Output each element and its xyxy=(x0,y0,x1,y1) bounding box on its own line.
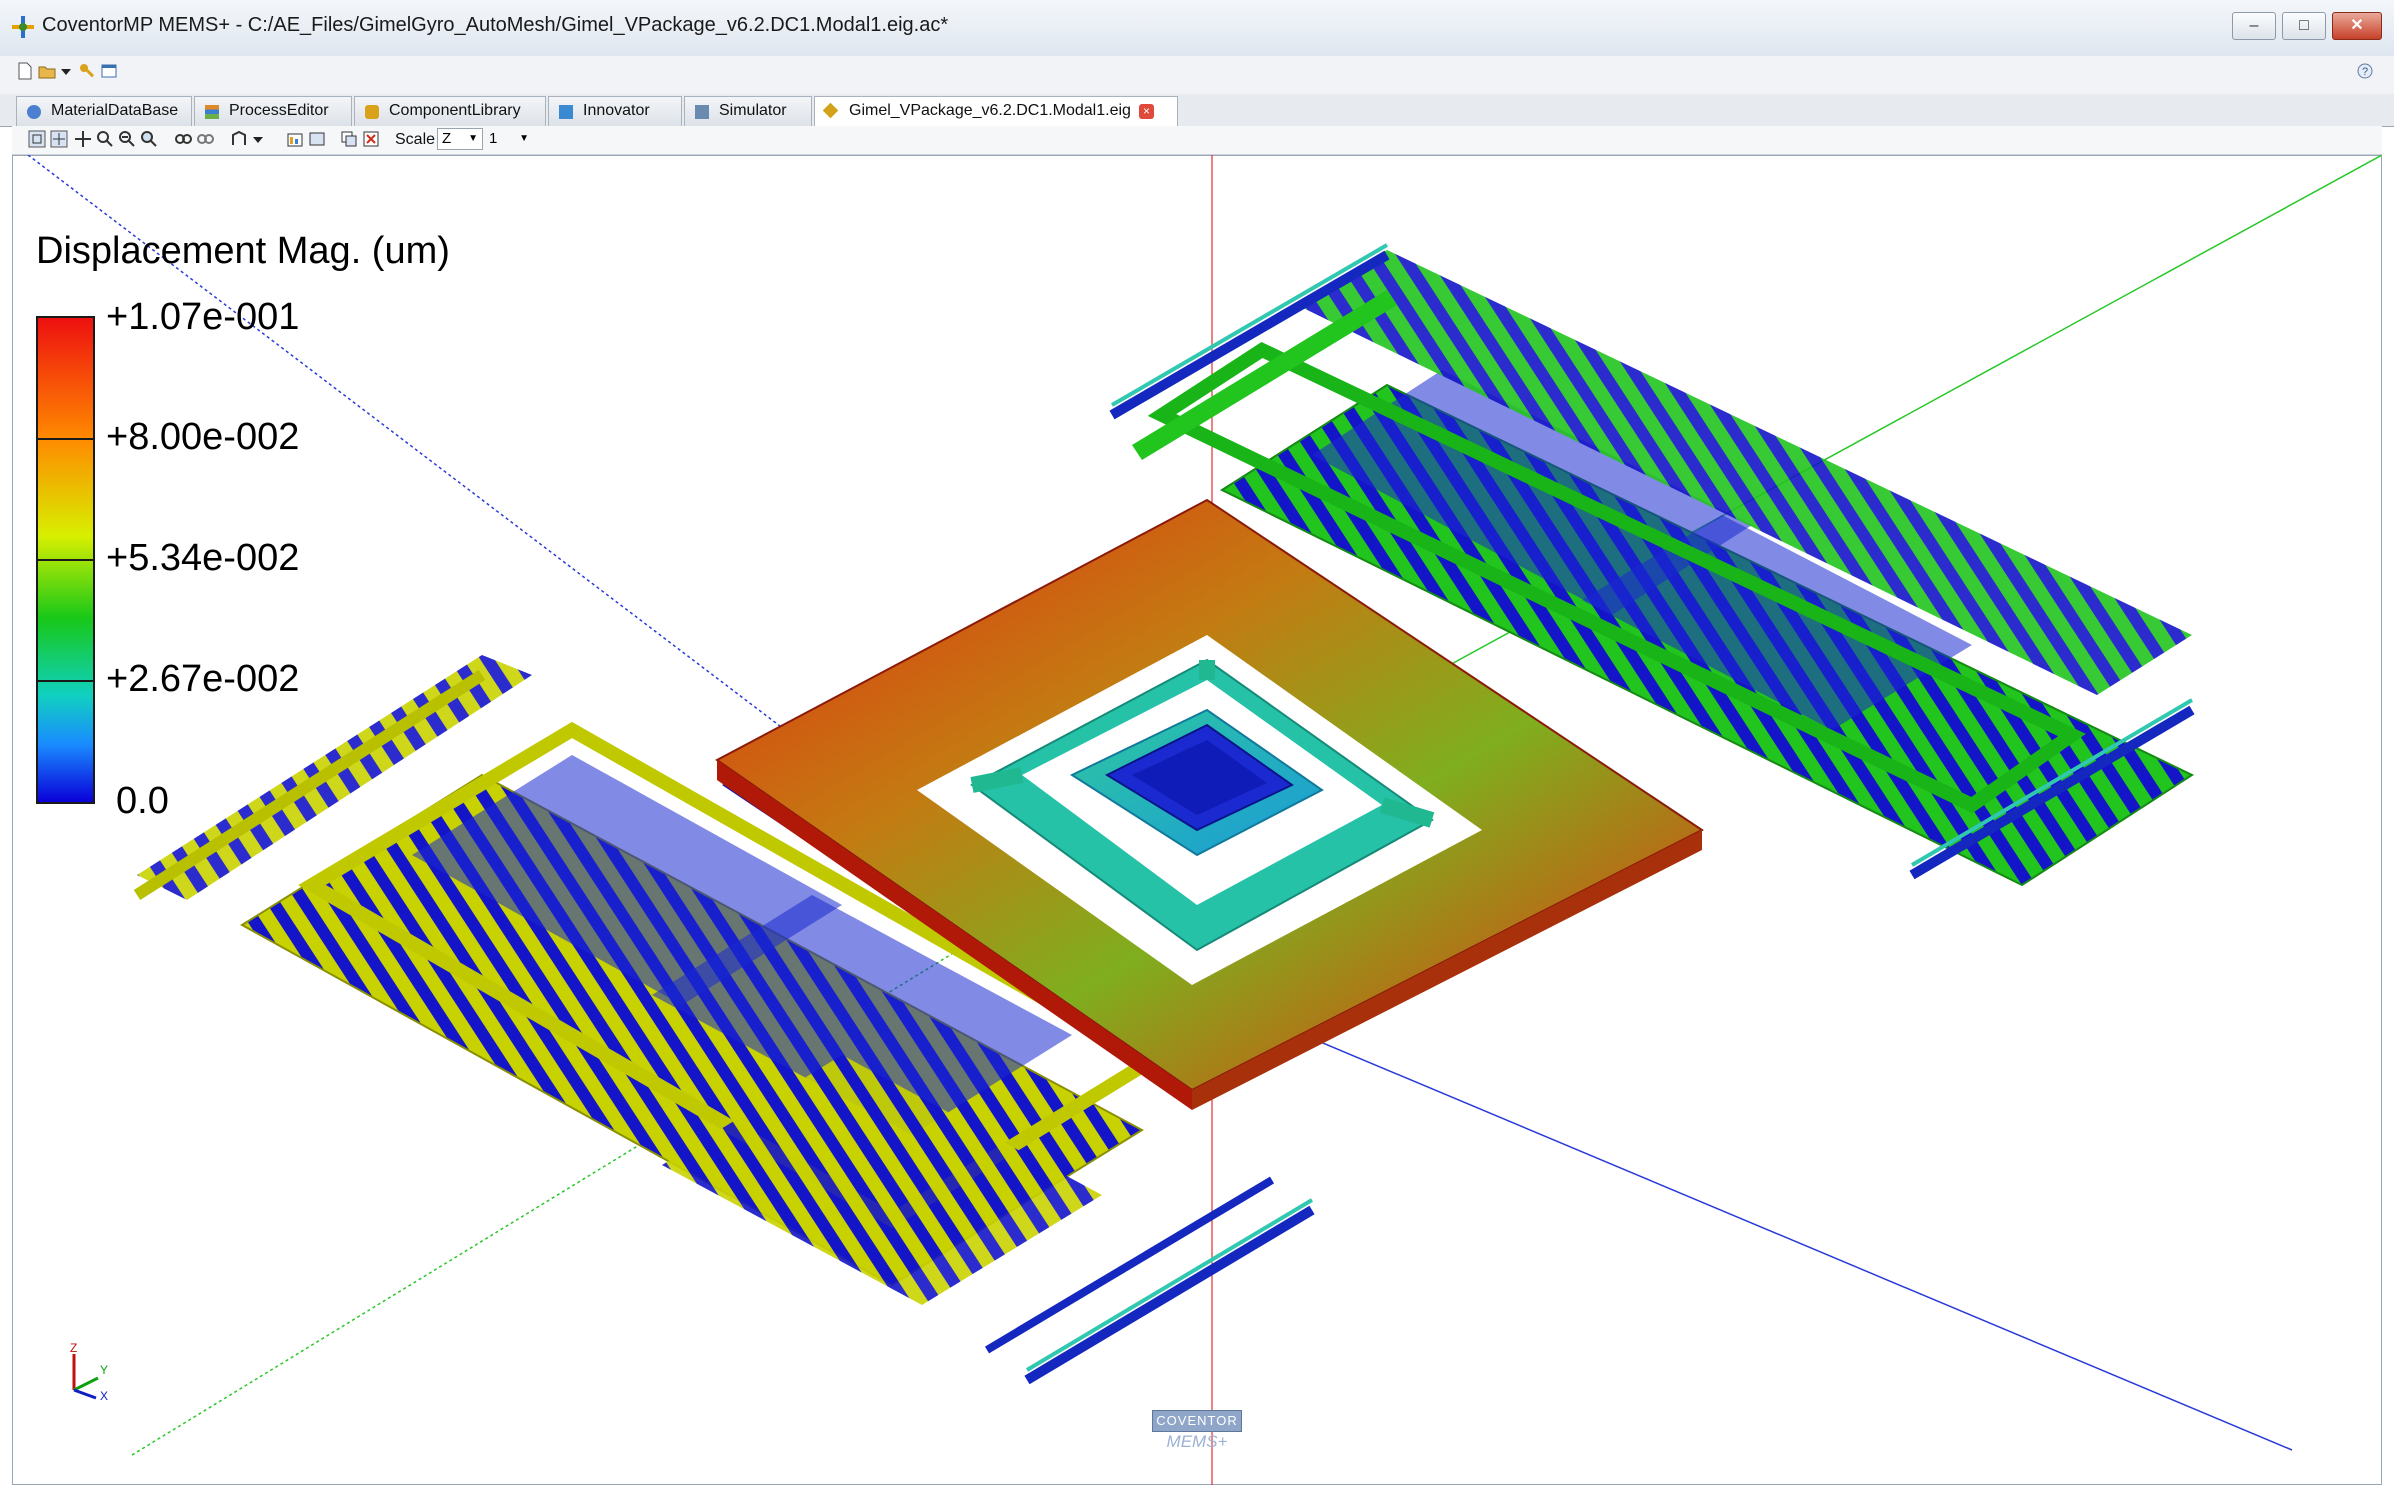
help-icon[interactable]: ? xyxy=(2356,62,2374,80)
mems-gyroscope-model: legend xyxy=(27,155,2382,1485)
tab-label: Innovator xyxy=(583,102,650,119)
copy-image-icon[interactable] xyxy=(340,130,358,148)
dropdown-arrow-icon[interactable] xyxy=(60,62,72,80)
coventor-logo: COVENTOR xyxy=(1152,1410,1242,1432)
fit-view-icon[interactable] xyxy=(28,130,46,148)
close-tab-icon[interactable]: × xyxy=(1139,104,1154,119)
key-icon[interactable] xyxy=(78,62,96,80)
tab-label: Gimel_VPackage_v6.2.DC1.Modal1.eig xyxy=(849,102,1131,119)
zoom-box-icon[interactable] xyxy=(50,130,68,148)
view-dropdown-icon[interactable] xyxy=(252,130,264,148)
colorbar-tick-label: +8.00e-002 xyxy=(106,416,300,458)
zoom-in-icon[interactable] xyxy=(96,130,114,148)
process-icon xyxy=(205,105,219,119)
rotate-view-icon[interactable] xyxy=(174,130,192,148)
zoom-out-icon[interactable] xyxy=(118,130,136,148)
simulator-icon xyxy=(695,105,709,119)
colorbar-tick-label: +2.67e-002 xyxy=(106,658,300,700)
close-icon: ✕ xyxy=(2350,17,2364,34)
result-icon xyxy=(822,102,839,119)
component-icon xyxy=(365,105,379,119)
innovator-icon xyxy=(559,105,573,119)
quick-access-bar xyxy=(0,56,2394,94)
zoom-all-icon[interactable] xyxy=(140,130,158,148)
window-icon[interactable] xyxy=(100,62,118,80)
colorbar-max-label: +1.07e-001 xyxy=(106,296,300,338)
tab-innovator[interactable]: Innovator xyxy=(548,96,682,126)
axis-y-label: Y xyxy=(100,1363,108,1377)
svg-text:?: ? xyxy=(2362,66,2368,78)
tab-simulator[interactable]: Simulator xyxy=(684,96,812,126)
colorbar-tick xyxy=(38,559,94,561)
chevron-down-icon: ▼ xyxy=(519,133,529,144)
scale-factor-value: 1 xyxy=(489,130,498,147)
tab-label: MaterialDataBase xyxy=(51,102,179,119)
minimize-button[interactable]: – xyxy=(2232,12,2276,40)
new-file-icon[interactable] xyxy=(16,62,34,80)
tab-process-editor[interactable]: ProcessEditor xyxy=(194,96,352,126)
axis-triad-icon: Z Y X xyxy=(70,1341,108,1400)
maximize-button[interactable]: □ xyxy=(2282,12,2326,40)
mems-plus-logo: MEMS+ xyxy=(1166,1432,1228,1451)
plot-icon[interactable] xyxy=(308,130,326,148)
scale-axis-value: Z xyxy=(442,130,452,147)
scale-label: Scale xyxy=(395,131,436,148)
scale-axis-select[interactable]: Z ▼ xyxy=(437,128,483,150)
tab-component-library[interactable]: ComponentLibrary xyxy=(354,96,546,126)
colorbar-tick xyxy=(38,438,94,440)
window-title: CoventorMP MEMS+ - C:/AE_Files/GimelGyro… xyxy=(42,14,949,36)
scale-factor-select[interactable]: 1 ▼ xyxy=(484,128,534,150)
tab-label: ComponentLibrary xyxy=(389,102,521,119)
colorbar-tick xyxy=(38,680,94,682)
title-bar: CoventorMP MEMS+ - C:/AE_Files/GimelGyro… xyxy=(0,0,2394,57)
tab-material-database[interactable]: MaterialDataBase xyxy=(16,96,192,126)
colorbar-min-label: 0.0 xyxy=(116,780,169,822)
open-folder-icon[interactable] xyxy=(38,62,56,80)
spin-view-icon[interactable] xyxy=(196,130,214,148)
minimize-icon: – xyxy=(2249,17,2259,34)
results-table-icon[interactable] xyxy=(286,130,304,148)
coventor-app-icon xyxy=(12,16,34,38)
tab-label: ProcessEditor xyxy=(229,102,329,119)
pan-icon[interactable] xyxy=(74,130,92,148)
tab-modal-results[interactable]: Gimel_VPackage_v6.2.DC1.Modal1.eig × xyxy=(814,96,1178,128)
chevron-down-icon: ▼ xyxy=(468,133,478,144)
maximize-icon: □ xyxy=(2299,17,2309,34)
close-window-button[interactable]: ✕ xyxy=(2332,12,2382,40)
legend-title: Displacement Mag. (um) xyxy=(36,230,450,272)
colorbar-tick-label: +5.34e-002 xyxy=(106,537,300,579)
axis-x-label: X xyxy=(100,1389,108,1400)
axis-z-label: Z xyxy=(70,1341,77,1355)
delete-results-icon[interactable] xyxy=(362,130,380,148)
material-icon xyxy=(27,105,41,119)
view-orientation-icon[interactable] xyxy=(230,130,248,148)
tab-label: Simulator xyxy=(719,102,787,119)
